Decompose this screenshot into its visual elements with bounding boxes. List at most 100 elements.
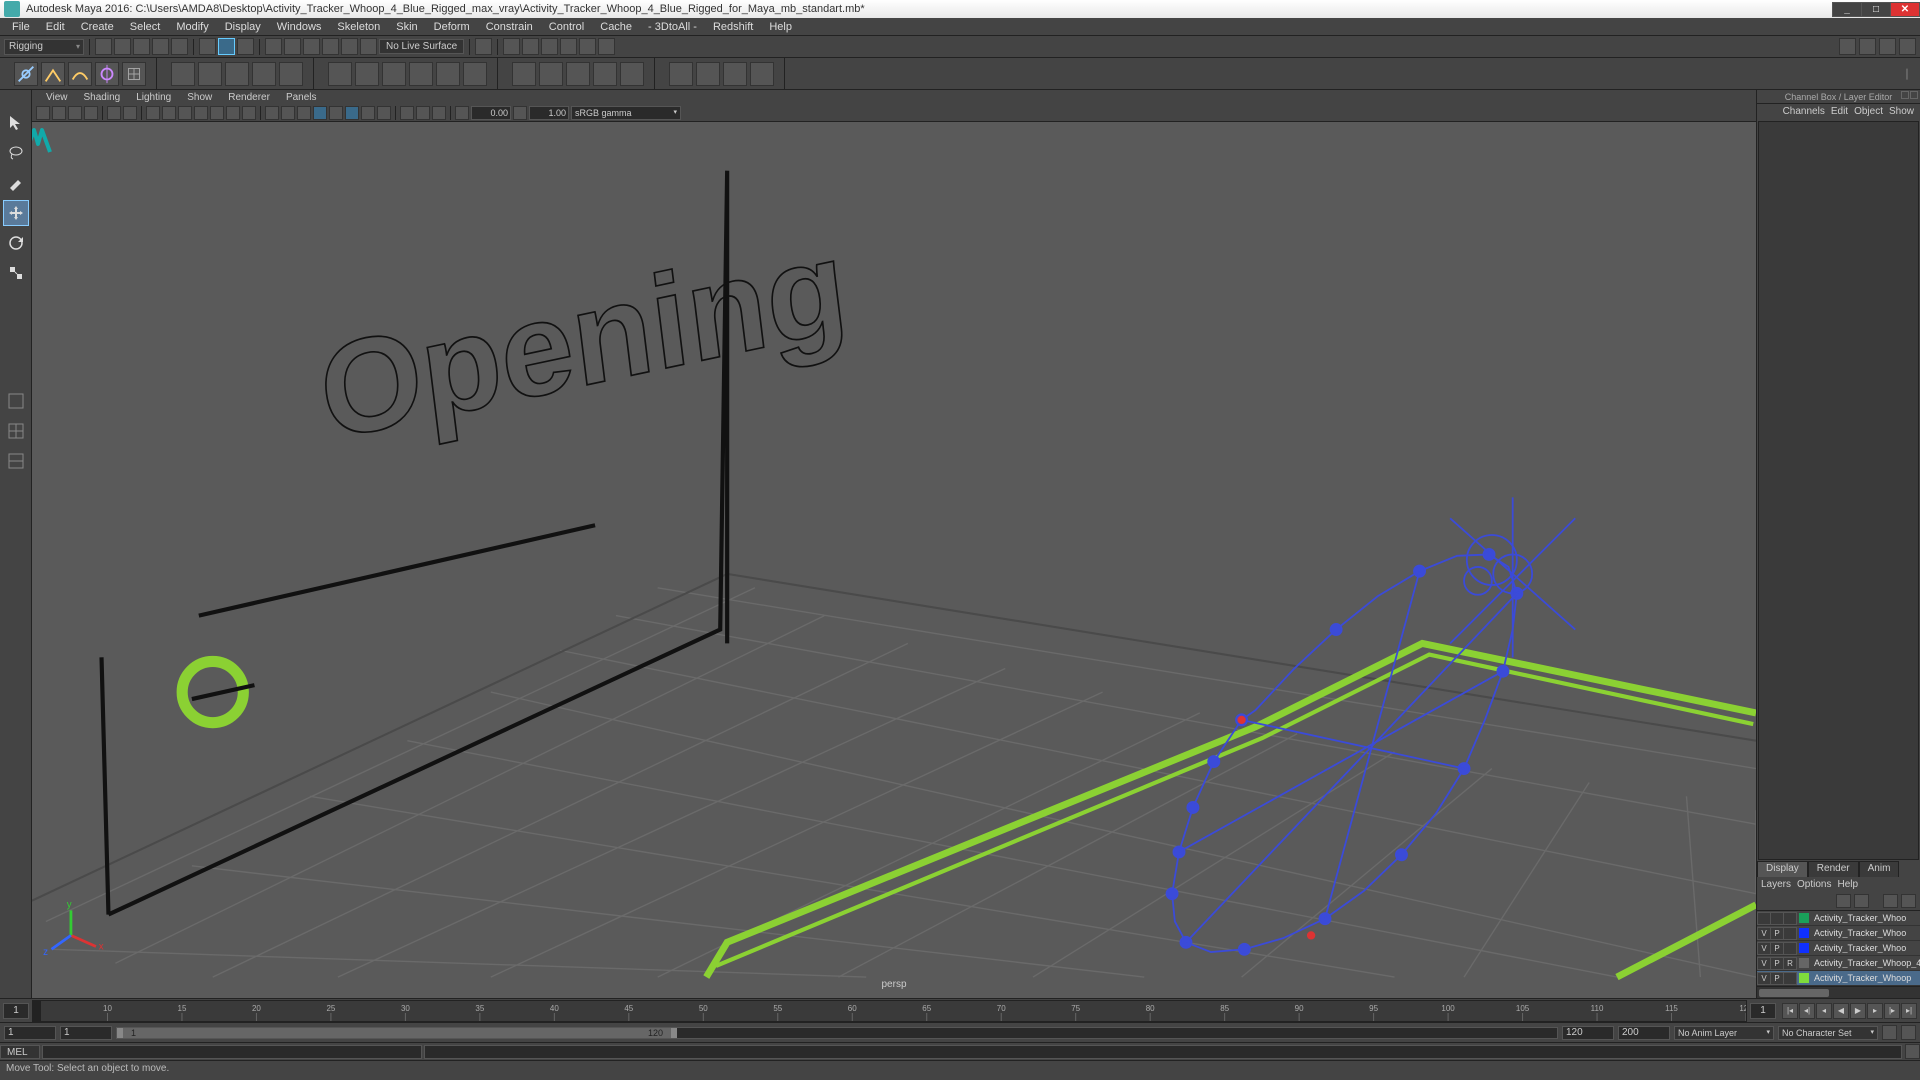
layer-row[interactable]: VPActivity_Tracker_Whoop [1757,971,1920,986]
layer-scrollbar[interactable] [1757,986,1920,998]
shelf-paint-icon[interactable] [328,62,352,86]
layout-hyper[interactable] [3,584,29,610]
le-menu-layers[interactable]: Layers [1761,879,1791,890]
shelf-cluster-icon[interactable] [95,62,119,86]
anim-end-field[interactable]: 200 [1618,1026,1670,1040]
panel-menu-view[interactable]: View [38,91,76,104]
vt-view-transform-dropdown[interactable]: sRGB gamma [571,106,681,120]
panel-menu-panels[interactable]: Panels [278,91,325,104]
layer-color-swatch[interactable] [1799,958,1809,968]
go-start-button[interactable]: |◂ [1782,1003,1798,1019]
layer-playback-toggle[interactable]: P [1770,972,1784,985]
vt-lock-cam[interactable] [52,106,66,120]
vt-2d-pan[interactable] [107,106,121,120]
layer-display-type-toggle[interactable] [1783,912,1797,925]
shelf-options-icon[interactable]: ❘ [1898,62,1916,86]
shelf-detach-icon[interactable] [436,62,460,86]
shelf-constraint4-icon[interactable] [593,62,617,86]
vt-safe-title[interactable] [242,106,256,120]
live-surface-field[interactable]: No Live Surface [379,39,464,54]
play-forward-button[interactable]: ▶ [1850,1003,1866,1019]
hypershade-button[interactable] [560,38,577,55]
layout-single[interactable] [3,388,29,414]
shelf-bind-icon[interactable] [225,62,249,86]
layer-visibility-toggle[interactable]: V [1757,957,1771,970]
snap-live-button[interactable] [341,38,358,55]
snap-grid-button[interactable] [265,38,282,55]
layer-row[interactable]: VPActivity_Tracker_Whoo [1757,941,1920,956]
menu-deform[interactable]: Deform [426,19,478,35]
menu-modify[interactable]: Modify [168,19,216,35]
layer-new-selected-button[interactable] [1901,894,1916,908]
construction-history-button[interactable] [475,38,492,55]
sidebar-toggle-3[interactable] [1879,38,1896,55]
layer-visibility-toggle[interactable]: V [1757,972,1771,985]
rotate-tool[interactable] [3,230,29,256]
shelf-constraint2-icon[interactable] [539,62,563,86]
menu-create[interactable]: Create [73,19,122,35]
tab-display[interactable]: Display [1757,861,1808,877]
command-input[interactable] [42,1045,422,1059]
shelf-wrap-icon[interactable] [463,62,487,86]
layer-playback-toggle[interactable]: P [1770,957,1784,970]
render-sequence-button[interactable] [598,38,615,55]
shelf-deform2-icon[interactable] [696,62,720,86]
layout-graph[interactable] [3,524,29,550]
step-forward-button[interactable]: ▸ [1867,1003,1883,1019]
le-menu-options[interactable]: Options [1797,879,1831,890]
panel-float-icon[interactable] [1901,91,1909,99]
layer-visibility-toggle[interactable]: V [1757,927,1771,940]
snap-plane-button[interactable] [322,38,339,55]
prefs-button[interactable] [1901,1025,1916,1040]
vt-smooth-shade[interactable] [281,106,295,120]
script-editor-button[interactable] [1905,1044,1920,1059]
sidebar-toggle-2[interactable] [1859,38,1876,55]
vt-film-gate[interactable] [162,106,176,120]
range-handle[interactable]: 1 120 [117,1028,677,1038]
shelf-deform3-icon[interactable] [723,62,747,86]
shelf-constraint3-icon[interactable] [566,62,590,86]
vt-exposure-icon[interactable] [455,106,469,120]
open-scene-button[interactable] [114,38,131,55]
layer-color-swatch[interactable] [1799,943,1809,953]
layer-color-swatch[interactable] [1799,973,1809,983]
shelf-deform4-icon[interactable] [750,62,774,86]
make-live-button[interactable] [360,38,377,55]
layer-playback-toggle[interactable] [1770,912,1784,925]
layer-playback-toggle[interactable]: P [1770,927,1784,940]
vt-aa[interactable] [377,106,391,120]
vt-bookmark[interactable] [68,106,82,120]
shelf-joint-icon[interactable] [14,62,38,86]
layout-outliner[interactable] [3,494,29,520]
vt-textured[interactable] [297,106,311,120]
layer-color-swatch[interactable] [1799,913,1809,923]
vt-motion-blur[interactable] [361,106,375,120]
timeslider-start-field[interactable]: 1 [3,1003,29,1019]
range-end-field[interactable]: 120 [1562,1026,1614,1040]
layer-display-type-toggle[interactable] [1783,942,1797,955]
snap-point-button[interactable] [303,38,320,55]
vt-res-gate[interactable] [178,106,192,120]
vt-select-cam[interactable] [36,106,50,120]
menu-control[interactable]: Control [541,19,592,35]
snap-curve-button[interactable] [284,38,301,55]
layer-visibility-toggle[interactable] [1757,912,1771,925]
vt-gamma-icon[interactable] [513,106,527,120]
menu-constrain[interactable]: Constrain [478,19,541,35]
le-menu-help[interactable]: Help [1837,879,1858,890]
menu-select[interactable]: Select [122,19,169,35]
select-by-object-button[interactable] [218,38,235,55]
timeslider-current-field[interactable]: 1 [1750,1003,1776,1019]
panel-menu-show[interactable]: Show [179,91,220,104]
vt-lights[interactable] [313,106,327,120]
character-set-dropdown[interactable]: No Character Set [1778,1026,1878,1040]
step-back-key-button[interactable]: ◂| [1799,1003,1815,1019]
render-view-button[interactable] [579,38,596,55]
layout-four[interactable] [3,418,29,444]
range-start-field[interactable]: 1 [60,1026,112,1040]
select-tool[interactable] [3,110,29,136]
panel-menu-shading[interactable]: Shading [76,91,129,104]
ipr-render-button[interactable] [522,38,539,55]
menu-display[interactable]: Display [217,19,269,35]
menu-file[interactable]: File [4,19,38,35]
